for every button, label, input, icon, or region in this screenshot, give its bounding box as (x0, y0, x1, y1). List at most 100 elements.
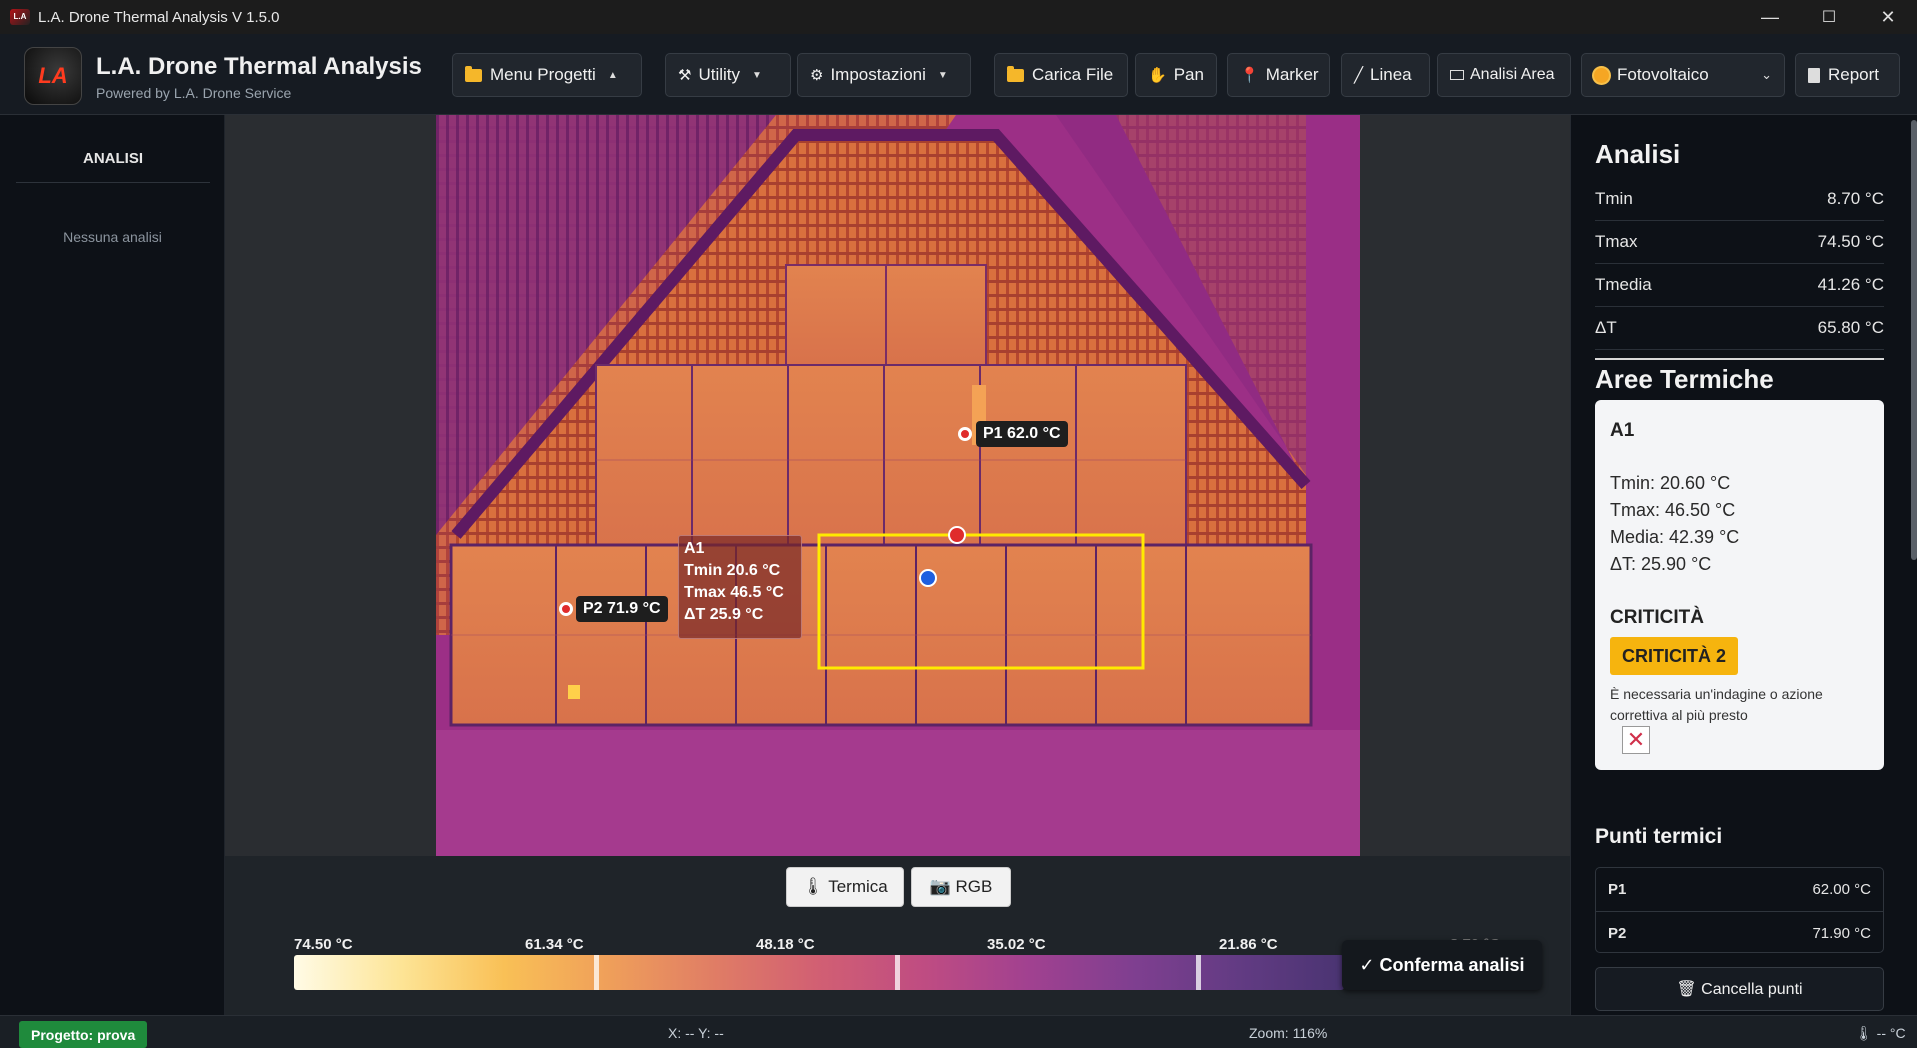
pin-icon: 📍 (1240, 67, 1259, 84)
area-card-dt: ΔT: 25.90 °C (1610, 554, 1712, 574)
analisi-area-button[interactable]: Analisi Area (1437, 53, 1571, 97)
stat-label: ΔT (1595, 318, 1617, 337)
area-a1-name: A1 (684, 540, 705, 557)
area-a1-dt: ΔT 25.9 °C (684, 606, 764, 623)
minimize-button[interactable]: — (1741, 0, 1799, 34)
window-titlebar: L.A L.A. Drone Thermal Analysis V 1.5.0 … (0, 0, 1917, 34)
marker-p2-label: P2 71.9 °C (576, 596, 668, 622)
cursor-temperature: 🌡 -- °C (1855, 1025, 1906, 1041)
bottom-panel: 🌡 Termica 📷 RGB 74.50 °C 61.34 °C 48.18 … (225, 856, 1570, 1015)
app-logo: LA (24, 47, 82, 105)
marker-label: Marker (1265, 65, 1319, 84)
pan-label: Pan (1173, 65, 1204, 84)
maximize-button[interactable]: ☐ (1800, 0, 1858, 34)
report-button[interactable]: Report (1795, 53, 1900, 97)
project-badge: Progetto: prova (19, 1021, 148, 1048)
punti-row-p2[interactable]: P2 71.90 °C (1596, 911, 1883, 954)
thermal-image-drawing (436, 115, 1360, 856)
punti-termici-title: Punti termici (1595, 825, 1723, 848)
utility-button[interactable]: ⚒ Utility ▼ (665, 53, 791, 97)
carica-file-button[interactable]: Carica File (994, 53, 1128, 97)
right-scrollbar[interactable] (1911, 120, 1917, 560)
stat-row-delta: ΔT 65.80 °C (1595, 307, 1884, 350)
termica-button[interactable]: 🌡 Termica (786, 867, 904, 907)
linea-button[interactable]: ╱ Linea (1341, 53, 1430, 97)
colorbar-label: 21.86 °C (1219, 936, 1278, 953)
criticita-badge[interactable]: CRITICITÀ 2 (1610, 637, 1739, 675)
pan-button[interactable]: ✋ Pan (1135, 53, 1217, 97)
tools-icon: ⚒ (678, 67, 692, 84)
colorbar-label: 74.50 °C (294, 936, 353, 953)
point-label: P1 (1608, 881, 1627, 898)
impostazioni-label: Impostazioni (830, 65, 926, 84)
area-card-name: A1 (1610, 420, 1635, 441)
chevron-down-icon: ⌄ (1761, 67, 1772, 82)
rectangle-icon (1450, 70, 1464, 80)
cursor-coords: X: -- Y: -- (668, 1025, 724, 1041)
utility-label: Utility (698, 65, 741, 84)
folder-icon (1007, 65, 1024, 82)
marker-p2[interactable] (559, 602, 573, 616)
rgb-button[interactable]: 📷 RGB (911, 867, 1011, 907)
stat-label: Tmedia (1595, 275, 1652, 294)
status-bar: Progetto: prova X: -- Y: -- Zoom: 116% 🌡… (0, 1015, 1917, 1048)
carica-file-label: Carica File (1032, 65, 1114, 84)
mode-select-value: Fotovoltaico (1617, 65, 1709, 84)
area-card-a1: A1 Tmin: 20.60 °C Tmax: 46.50 °C Media: … (1595, 400, 1884, 770)
impostazioni-button[interactable]: ⚙ Impostazioni ▼ (797, 53, 971, 97)
area-card-tmin: Tmin: 20.60 °C (1610, 473, 1731, 493)
area-card-tmax: Tmax: 46.50 °C (1610, 500, 1736, 520)
stat-value: 8.70 °C (1827, 189, 1884, 208)
point-value: 62.00 °C (1812, 881, 1871, 898)
clear-points-button[interactable]: 🗑 Cancella punti (1595, 967, 1884, 1011)
menu-progetti-button[interactable]: Menu Progetti ▲ (452, 53, 642, 97)
colorbar-label: 35.02 °C (987, 936, 1046, 953)
app-icon: L.A (10, 9, 30, 25)
brand-title: L.A. Drone Thermal Analysis (96, 53, 422, 80)
caret-up-icon: ▲ (607, 69, 618, 81)
brand-subtitle: Powered by L.A. Drone Service (96, 85, 292, 101)
colorbar-handle[interactable] (895, 955, 900, 990)
stat-row-tmin: Tmin 8.70 °C (1595, 178, 1884, 221)
line-icon: ╱ (1354, 67, 1364, 84)
hand-icon: ✋ (1148, 67, 1167, 84)
mode-select[interactable]: Fotovoltaico ⌄ (1581, 53, 1785, 97)
main-toolbar: LA L.A. Drone Thermal Analysis Powered b… (0, 34, 1917, 115)
empty-analyses-text: Nessuna analisi (63, 229, 162, 245)
area-a1-tooltip: A1 Tmin 20.6 °C Tmax 46.5 °C ΔT 25.9 °C (678, 535, 802, 639)
left-sidebar: ANALISI Nessuna analisi (0, 115, 225, 1015)
criticita-description: È necessaria un'indagine o azione corret… (1610, 686, 1823, 723)
colorbar-handle[interactable] (594, 955, 599, 990)
criticita-heading: CRITICITÀ (1610, 607, 1704, 628)
marker-p1-label: P1 62.0 °C (976, 421, 1068, 447)
punti-row-p1[interactable]: P1 62.00 °C (1596, 868, 1883, 911)
stat-row-tmax: Tmax 74.50 °C (1595, 221, 1884, 264)
colorbar-label: 61.34 °C (525, 936, 584, 953)
colorbar-handle[interactable] (1196, 955, 1201, 990)
point-label: P2 (1608, 924, 1627, 942)
delete-area-icon[interactable]: ✕ (1622, 726, 1650, 754)
close-window-button[interactable]: ✕ (1859, 0, 1917, 34)
logo-text: LA (38, 63, 68, 88)
thermal-image[interactable]: P1 62.0 °C P2 71.9 °C A1 Tmin 20.6 °C Tm… (436, 115, 1360, 856)
stat-value: 65.80 °C (1817, 318, 1884, 337)
stat-value: 41.26 °C (1817, 275, 1884, 294)
area-card-media: Media: 42.39 °C (1610, 527, 1740, 547)
caret-down-icon: ▼ (752, 69, 762, 81)
area-a1-tmin: Tmin 20.6 °C (684, 562, 781, 579)
stat-label: Tmax (1595, 232, 1638, 251)
document-icon (1808, 67, 1820, 83)
caret-down-icon: ▼ (937, 69, 948, 81)
section-divider (1595, 358, 1884, 360)
temperature-colorbar[interactable] (294, 955, 1344, 990)
confirm-analysis-button[interactable]: ✓ Conferma analisi (1342, 940, 1542, 990)
stat-row-tmedia: Tmedia 41.26 °C (1595, 264, 1884, 307)
gear-icon: ⚙ (810, 67, 824, 84)
window-title: L.A. Drone Thermal Analysis V 1.5.0 (38, 8, 280, 26)
area-a1-tmax: Tmax 46.5 °C (684, 584, 784, 601)
report-label: Report (1828, 65, 1880, 84)
stat-value: 74.50 °C (1817, 232, 1884, 251)
marker-button[interactable]: 📍 Marker (1227, 53, 1330, 97)
analisi-title: Analisi (1595, 139, 1681, 169)
marker-p1[interactable] (958, 427, 972, 441)
